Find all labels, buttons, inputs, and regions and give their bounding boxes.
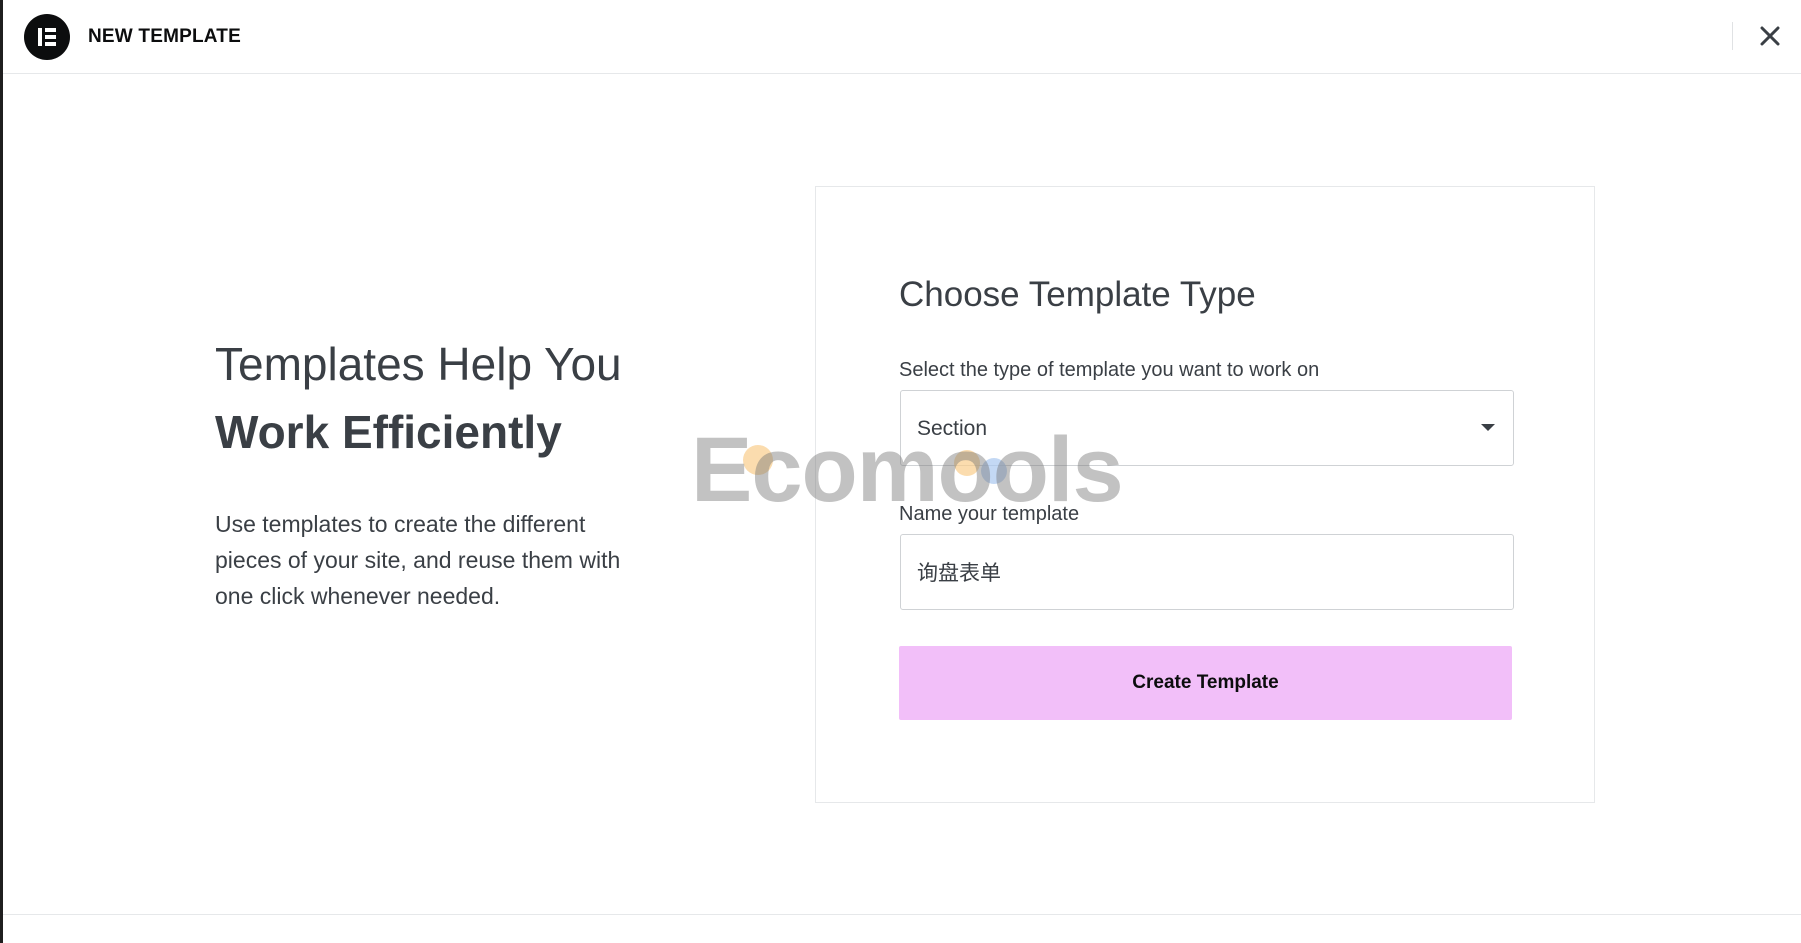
intro-heading-line1: Templates Help You [215, 338, 622, 390]
dialog-header: NEW TEMPLATE [3, 0, 1801, 74]
template-type-select[interactable]: Section [900, 390, 1514, 466]
caret-down-icon [1481, 424, 1495, 431]
template-form-card: Choose Template Type Select the type of … [815, 186, 1595, 803]
template-type-value: Section [917, 417, 988, 440]
intro-heading: Templates Help You Work Efficiently [215, 330, 622, 466]
create-template-button[interactable]: Create Template [899, 646, 1512, 720]
close-icon[interactable] [1754, 20, 1786, 52]
form-title: Choose Template Type [899, 275, 1256, 314]
new-template-dialog: NEW TEMPLATE Templates Help You Work Eff… [0, 0, 1801, 943]
header-divider [1732, 22, 1733, 50]
intro-heading-line2: Work Efficiently [215, 406, 562, 458]
template-type-label: Select the type of template you want to … [899, 359, 1320, 381]
dialog-title: NEW TEMPLATE [88, 26, 241, 47]
template-name-input[interactable] [900, 534, 1514, 610]
elementor-logo-icon [24, 14, 70, 60]
intro-description: Use templates to create the different pi… [215, 511, 621, 609]
footer-divider [3, 914, 1801, 915]
template-name-label: Name your template [899, 503, 1080, 525]
